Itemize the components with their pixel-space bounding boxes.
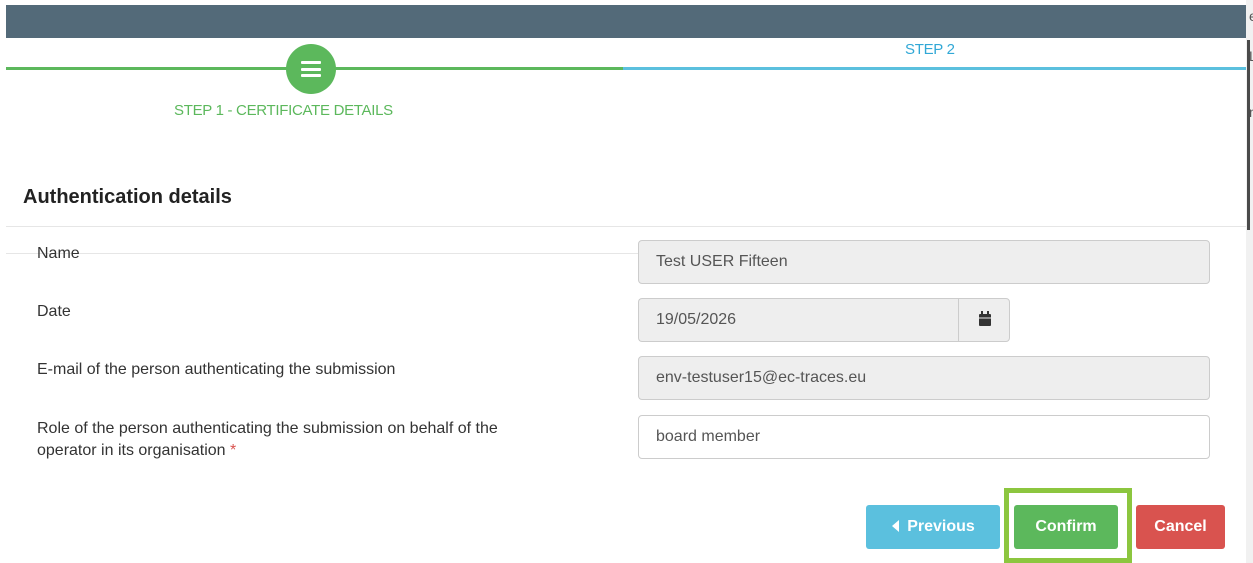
step2-label[interactable]: STEP 2: [905, 41, 955, 58]
date-picker-button[interactable]: [958, 298, 1010, 342]
role-label-line2: operator in its organisation: [37, 442, 226, 459]
section-divider: [6, 226, 1246, 227]
row-divider: [6, 253, 638, 254]
section-title: Authentication details: [23, 186, 232, 208]
step2-progress-line: [623, 67, 1246, 70]
name-label: Name: [37, 245, 80, 262]
email-field[interactable]: env-testuser15@ec-traces.eu: [638, 356, 1210, 400]
confirm-highlight-box: [1004, 488, 1132, 563]
role-field[interactable]: board member: [638, 415, 1210, 459]
previous-button[interactable]: Previous: [866, 505, 1000, 549]
name-field[interactable]: Test USER Fifteen: [638, 240, 1210, 284]
email-label: E-mail of the person authenticating the …: [37, 361, 396, 378]
required-marker: *: [230, 442, 237, 459]
caret-left-icon: [892, 520, 900, 532]
previous-label: Previous: [907, 518, 975, 535]
role-label: Role of the person authenticating the su…: [37, 418, 498, 462]
top-bar: [6, 5, 1247, 38]
cancel-button[interactable]: Cancel: [1136, 505, 1225, 549]
right-edge-scrollbar: e L n: [1246, 0, 1253, 563]
date-field[interactable]: 19/05/2026: [638, 298, 960, 342]
role-label-line1: Role of the person authenticating the su…: [37, 420, 498, 437]
date-label: Date: [37, 303, 71, 320]
step1-label[interactable]: STEP 1 - CERTIFICATE DETAILS: [174, 102, 393, 119]
calendar-icon: [979, 311, 991, 326]
step1-indicator[interactable]: [286, 44, 336, 94]
